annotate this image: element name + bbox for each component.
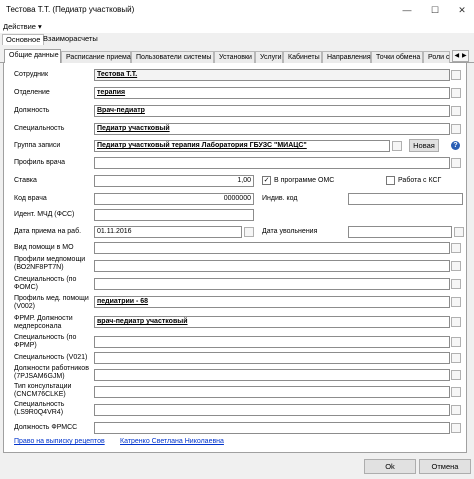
doctor-code-label: Код врача bbox=[14, 195, 47, 202]
maximize-icon[interactable]: ☐ bbox=[428, 4, 442, 16]
frmr-spec-field[interactable] bbox=[94, 336, 450, 348]
tab-exchange-points[interactable]: Точки обмена bbox=[371, 51, 423, 63]
med-profile-select-icon[interactable] bbox=[451, 261, 461, 271]
med-profile-label: Профили медпомощи (ВО2NF8PT7N) bbox=[14, 256, 86, 271]
ksg-checkbox[interactable] bbox=[386, 176, 395, 185]
calendar-icon[interactable] bbox=[244, 227, 254, 237]
group-label: Группа записи bbox=[14, 142, 61, 149]
consult-field[interactable] bbox=[94, 386, 450, 398]
tab-general[interactable]: Общие данные bbox=[4, 49, 61, 64]
general-panel: Сотрудник Тестова Т.Т. Отделение терапия… bbox=[3, 63, 467, 453]
employee-label: Сотрудник bbox=[14, 71, 49, 78]
dismissal-date-field[interactable] bbox=[348, 226, 452, 238]
doctor-code-field[interactable]: 0000000 bbox=[94, 193, 254, 205]
tab-roles[interactable]: Роли с bbox=[423, 51, 450, 63]
ribbon-tab-settlements[interactable]: Взаиморасчеты bbox=[40, 34, 101, 45]
tab-referrals[interactable]: Направления bbox=[322, 51, 371, 63]
doctor-profile-label: Профиль врача bbox=[14, 159, 66, 166]
identity-code-label: Индив. код bbox=[262, 195, 298, 202]
v002-field[interactable]: педиатрии - 68 bbox=[94, 296, 450, 308]
specialty-select-icon[interactable] bbox=[451, 124, 461, 134]
employee-field[interactable]: Тестова Т.Т. bbox=[94, 69, 450, 81]
frmr-position-select-icon[interactable] bbox=[451, 317, 461, 327]
specialty-field[interactable]: Педиатр участковый bbox=[94, 123, 450, 135]
positions-field[interactable] bbox=[94, 369, 450, 381]
position-select-icon[interactable] bbox=[451, 106, 461, 116]
tab-scroll: ◀ ▶ bbox=[452, 50, 469, 62]
position-field[interactable]: Врач-педиатр bbox=[94, 105, 450, 117]
scroll-right-icon[interactable]: ▶ bbox=[461, 51, 469, 61]
specialty-label: Специальность bbox=[14, 125, 65, 132]
cancel-button[interactable]: Отмена bbox=[419, 459, 471, 474]
scroll-left-icon[interactable]: ◀ bbox=[453, 51, 461, 61]
rate-label: Ставка bbox=[14, 177, 37, 184]
hire-date-label: Дата приема на раб. bbox=[14, 228, 82, 235]
foms-spec-select-icon[interactable] bbox=[451, 279, 461, 289]
spec-ls-label: Специальность (LS9R0Q4VR4) bbox=[14, 401, 65, 416]
prescription-rights-link[interactable]: Право на выписку рецептов bbox=[14, 438, 105, 445]
tab-rooms[interactable]: Кабинеты bbox=[283, 51, 322, 63]
mo-help-select-icon[interactable] bbox=[451, 243, 461, 253]
doctor-profile-select-icon[interactable] bbox=[451, 158, 461, 168]
mo-help-field[interactable] bbox=[94, 242, 450, 254]
foms-spec-field[interactable] bbox=[94, 278, 450, 290]
hire-date-field[interactable]: 01.11.2016 bbox=[94, 226, 242, 238]
employee-select-icon[interactable] bbox=[451, 70, 461, 80]
new-group-button[interactable]: Новая bbox=[409, 139, 439, 152]
tab-users[interactable]: Пользователи системы bbox=[131, 51, 214, 63]
v021-field[interactable] bbox=[94, 352, 450, 364]
consult-label: Тип консультации (CNCM76CLKE) bbox=[14, 383, 72, 398]
frmr-position-label: ФРМР. Должности медперсонала bbox=[14, 315, 73, 330]
frmr-spec-label: Специальность (по ФРМР) bbox=[14, 334, 77, 349]
mo-help-label: Вид помощи в МО bbox=[14, 244, 74, 251]
v002-select-icon[interactable] bbox=[451, 297, 461, 307]
dismissal-label: Дата увольнения bbox=[262, 228, 318, 235]
foms-spec-label: Специальность (по ФОМС) bbox=[14, 276, 77, 291]
frmss-field[interactable] bbox=[94, 422, 450, 434]
help-icon[interactable]: ? bbox=[451, 141, 460, 150]
tab-services[interactable]: Услуги bbox=[255, 51, 283, 63]
positions-label: Должности работников (7PJSAM6GJM) bbox=[14, 365, 89, 380]
v021-label: Специальность (V021) bbox=[14, 354, 88, 361]
department-field[interactable]: терапия bbox=[94, 87, 450, 99]
oms-label: В программе ОМС bbox=[274, 177, 335, 184]
ok-button[interactable]: Ok bbox=[364, 459, 416, 474]
mcd-field[interactable] bbox=[94, 209, 254, 221]
dismissal-calendar-icon[interactable] bbox=[454, 227, 464, 237]
v002-label: Профиль мед. помощи (V002) bbox=[14, 295, 89, 310]
frmss-select-icon[interactable] bbox=[451, 423, 461, 433]
minimize-icon[interactable]: — bbox=[400, 4, 414, 16]
menu-bar: Действие ▾ bbox=[0, 21, 474, 33]
frmss-label: Должность ФРМСС bbox=[14, 424, 78, 431]
doctor-profile-field[interactable] bbox=[94, 157, 450, 169]
mcd-label: Идент. МЧД (ФСС) bbox=[14, 211, 75, 218]
department-select-icon[interactable] bbox=[451, 88, 461, 98]
person-link[interactable]: Катренко Светлана Николаевна bbox=[120, 438, 224, 445]
rate-field[interactable]: 1,00 bbox=[94, 175, 254, 187]
spec-ls-select-icon[interactable] bbox=[451, 405, 461, 415]
group-field[interactable]: Педиатр участковый терапия Лаборатория Г… bbox=[94, 140, 390, 152]
frmr-spec-select-icon[interactable] bbox=[451, 337, 461, 347]
title-bar: Тестова Т.Т. (Педиатр участковый) — ☐ ✕ bbox=[0, 0, 474, 21]
tab-schedule[interactable]: Расписание приема bbox=[61, 51, 131, 63]
department-label: Отделение bbox=[14, 89, 50, 96]
v021-select-icon[interactable] bbox=[451, 353, 461, 363]
position-label: Должность bbox=[14, 107, 50, 114]
ksg-label: Работа с КСГ bbox=[398, 177, 442, 184]
tab-settings[interactable]: Установки bbox=[214, 51, 255, 63]
identity-code-field[interactable] bbox=[348, 193, 463, 205]
group-select-icon[interactable] bbox=[392, 141, 402, 151]
action-menu[interactable]: Действие ▾ bbox=[3, 22, 42, 31]
frmr-position-field[interactable]: врач-педиатр участковый bbox=[94, 316, 450, 328]
consult-select-icon[interactable] bbox=[451, 387, 461, 397]
window-title: Тестова Т.Т. (Педиатр участковый) bbox=[6, 5, 135, 14]
spec-ls-field[interactable] bbox=[94, 404, 450, 416]
oms-checkbox[interactable]: ✓ bbox=[262, 176, 271, 185]
close-icon[interactable]: ✕ bbox=[455, 4, 469, 16]
section-tabs: Общие данные Расписание приема Пользоват… bbox=[0, 48, 474, 64]
positions-select-icon[interactable] bbox=[451, 370, 461, 380]
med-profile-field[interactable] bbox=[94, 260, 450, 272]
ribbon-tab-main[interactable]: Основное bbox=[2, 34, 45, 45]
ribbon: Основное Взаиморасчеты bbox=[0, 33, 474, 45]
